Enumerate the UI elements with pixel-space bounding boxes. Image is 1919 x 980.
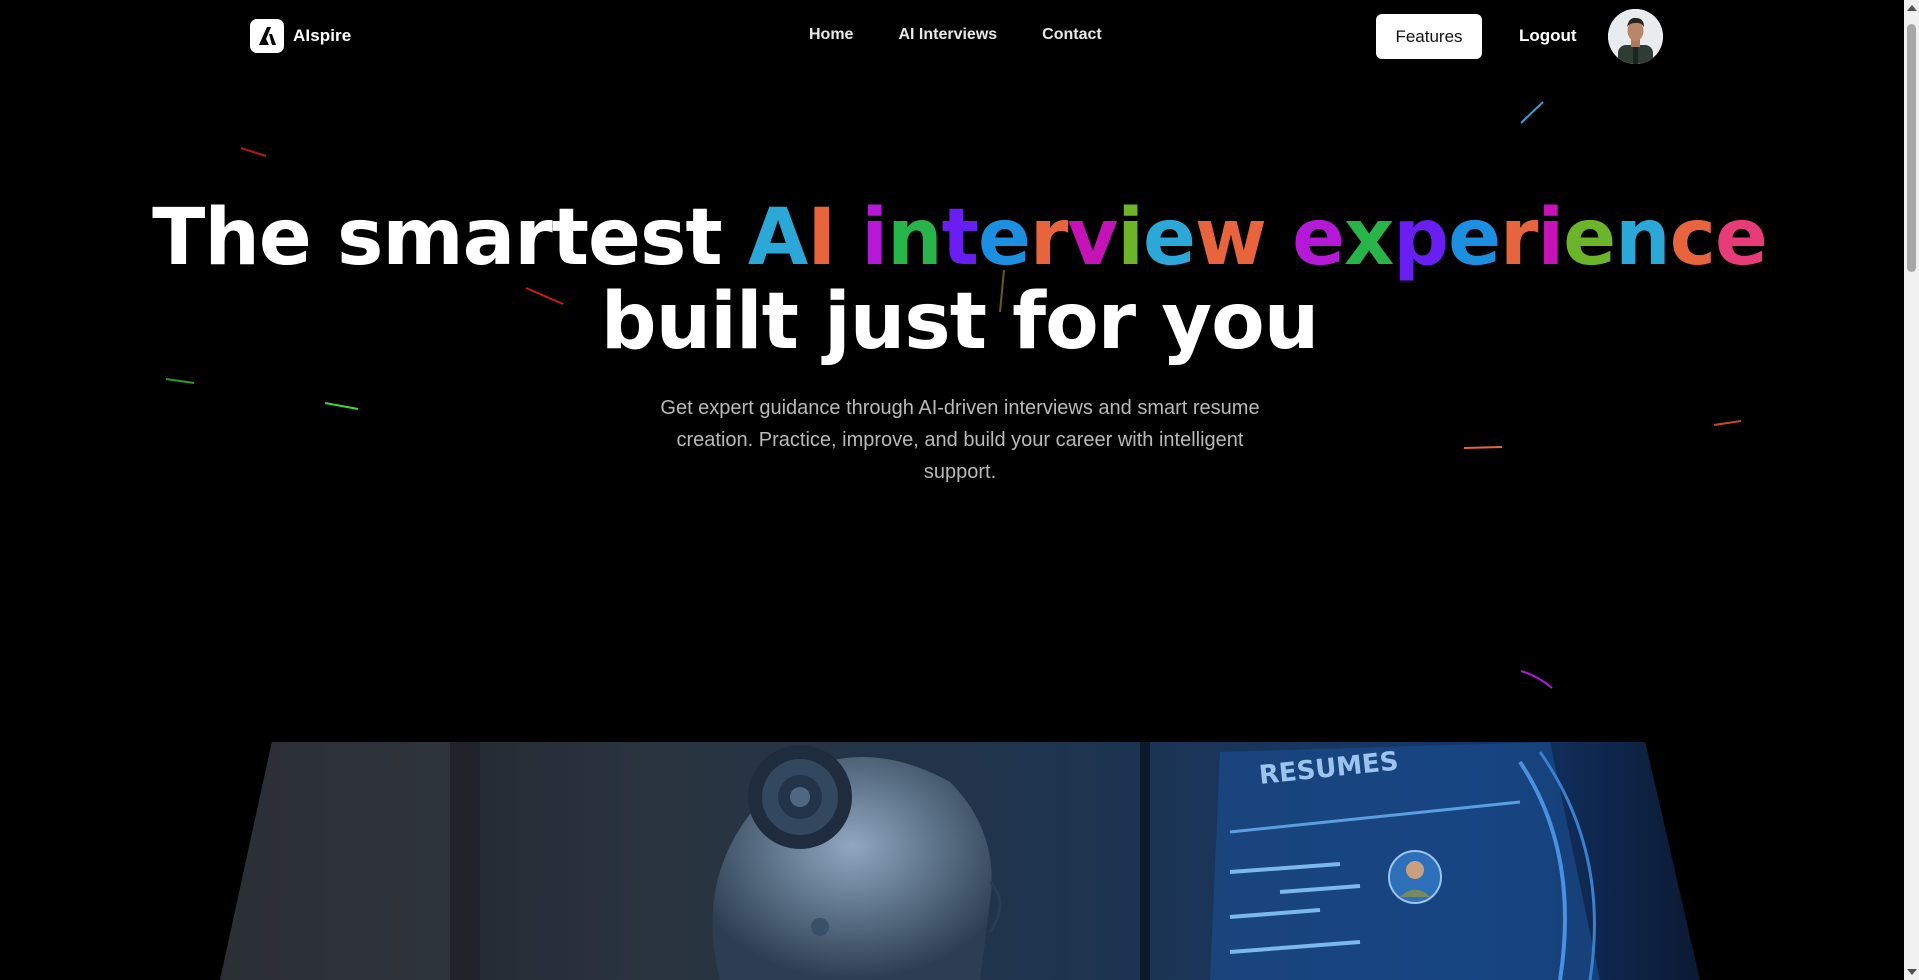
hero-title-gradient-letter: e	[1292, 193, 1345, 283]
hero-title-gradient-letter	[835, 193, 861, 283]
hero-title-gradient-letter: v	[1067, 193, 1118, 283]
scroll-down-arrow-icon[interactable]	[1907, 969, 1917, 975]
hero-title-gradient-letter: n	[1615, 193, 1671, 283]
ai-resume-illustration: RESUMES	[220, 742, 1700, 980]
hero-title-gradient-letter: t	[941, 193, 979, 283]
hero-title-gradient-letter: e	[1563, 193, 1616, 283]
hero-title-gradient-letter: w	[1194, 193, 1267, 283]
hero-title-gradient: AI interview experience	[747, 193, 1768, 283]
hero-title-plain: The smartest	[152, 193, 748, 283]
brand-logo-icon	[250, 19, 284, 53]
nav-link-contact[interactable]: Contact	[1042, 26, 1102, 44]
avatar-photo-icon	[1608, 9, 1663, 64]
nav-links: Home AI Interviews Contact	[809, 26, 1147, 44]
hero-subtitle: Get expert guidance through AI-driven in…	[660, 397, 1260, 483]
hero-title-gradient-letter: r	[1029, 193, 1068, 283]
hero-title-gradient-letter: i	[861, 193, 888, 283]
brand-name: AIspire	[293, 26, 352, 45]
hero-title-gradient-letter: e	[977, 193, 1031, 283]
hero-title-gradient-letter: n	[887, 193, 943, 283]
hero-image-panel: RESUMES	[220, 742, 1700, 980]
hero-title-gradient-letter: r	[1500, 193, 1538, 283]
hero-title-gradient-letter: i	[1117, 193, 1144, 283]
hero-title-gradient-letter: c	[1669, 193, 1716, 283]
hero-title-gradient-letter: I	[807, 193, 836, 283]
hero-title-line2: built just for you	[600, 277, 1320, 367]
nav-link-ai-interviews[interactable]: AI Interviews	[898, 26, 997, 44]
brand-link[interactable]: AIspire	[250, 19, 351, 53]
hero-title-gradient-letter	[1266, 193, 1292, 283]
hero-title: The smartest AI interview experience bui…	[0, 196, 1919, 364]
nav-link-home[interactable]: Home	[809, 26, 853, 44]
hero-title-gradient-letter: e	[1448, 193, 1501, 283]
hero-title-gradient-letter: p	[1393, 193, 1449, 283]
page-scrollbar[interactable]	[1904, 0, 1919, 980]
logout-link[interactable]: Logout	[1519, 26, 1577, 46]
page: AIspire Home AI Interviews Contact Featu…	[0, 0, 1919, 980]
scroll-thumb[interactable]	[1907, 24, 1916, 272]
hero-title-gradient-letter: A	[747, 193, 808, 283]
user-avatar[interactable]	[1608, 9, 1663, 64]
top-navbar: AIspire Home AI Interviews Contact Featu…	[0, 0, 1900, 74]
features-button[interactable]: Features	[1376, 14, 1482, 59]
hero-title-gradient-letter: e	[1142, 193, 1196, 283]
hero-title-gradient-letter: i	[1537, 193, 1565, 283]
hero-title-gradient-letter: e	[1714, 193, 1768, 283]
hero-title-gradient-letter: x	[1343, 193, 1394, 283]
scroll-up-arrow-icon[interactable]	[1907, 5, 1917, 11]
